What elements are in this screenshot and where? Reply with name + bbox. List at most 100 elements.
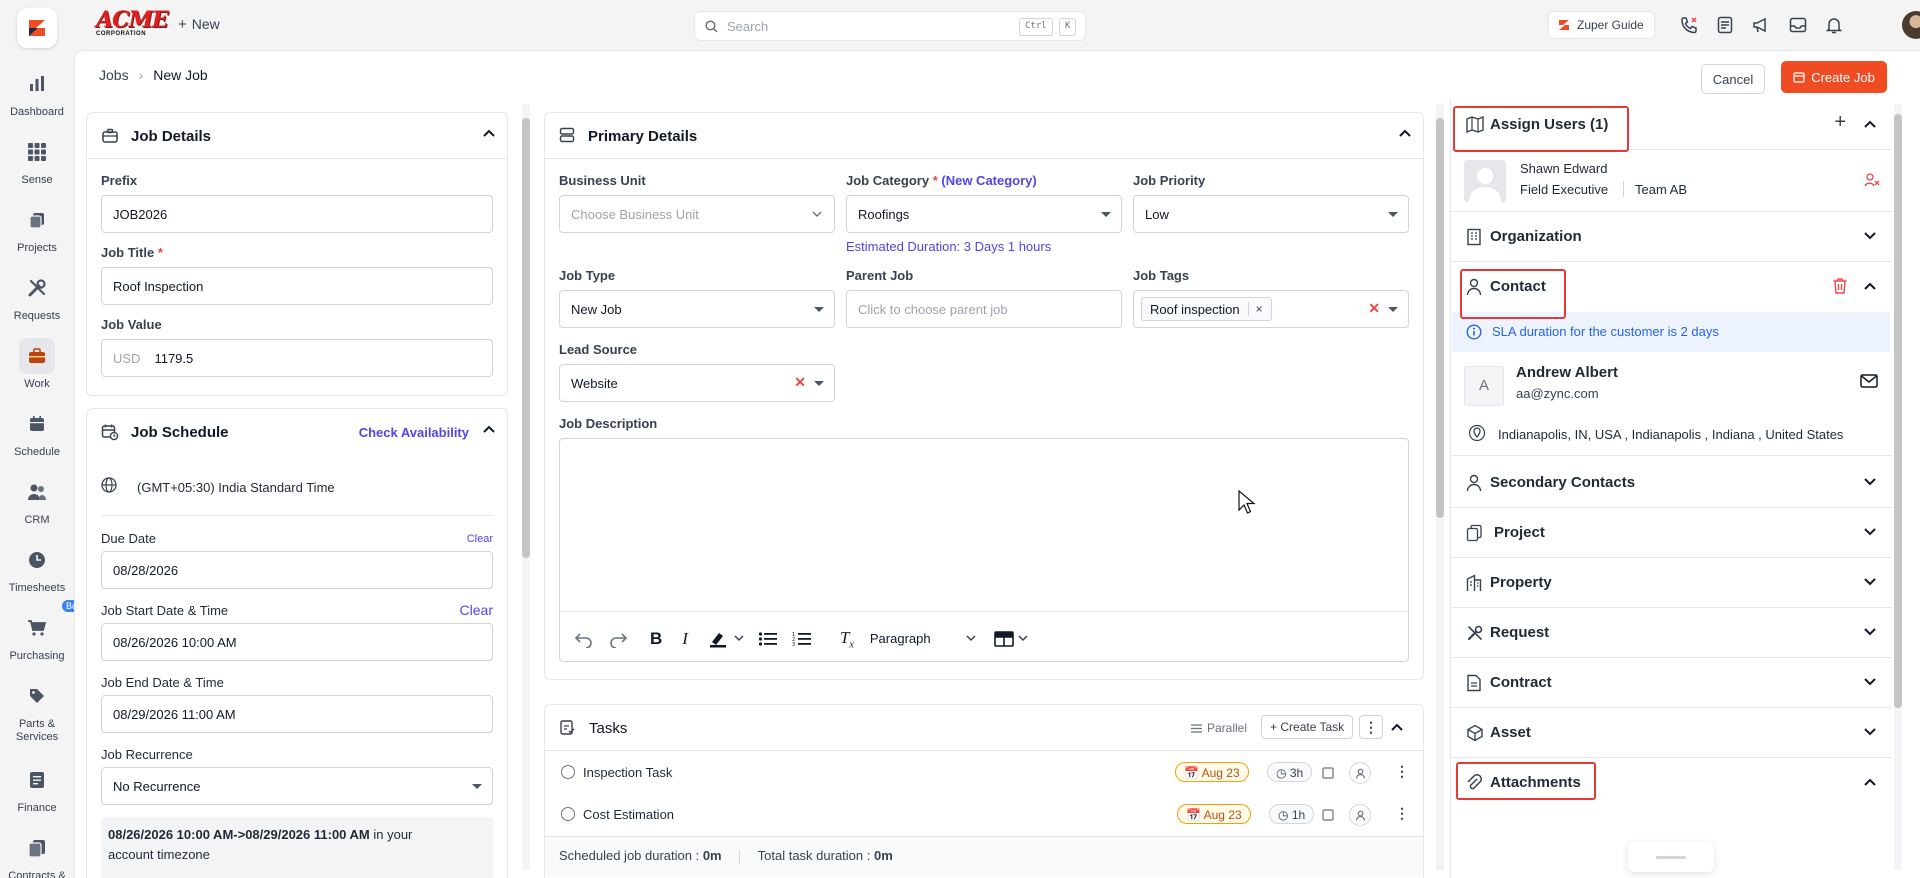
request-section[interactable]: Request <box>1450 608 1892 658</box>
due-date-clear[interactable]: Clear <box>467 533 493 545</box>
chevron-down-icon[interactable] <box>1864 678 1876 686</box>
sidebar-item-purchasing[interactable]: Beta Purchasing <box>0 600 89 663</box>
chevron-down-icon[interactable] <box>1018 635 1028 643</box>
secondary-contacts-section[interactable]: Secondary Contacts <box>1450 458 1892 508</box>
new-button[interactable]: + New <box>178 16 220 33</box>
contact-name[interactable]: Andrew Albert <box>1516 364 1618 381</box>
end-date-input[interactable]: 08/29/2026 11:00 AM <box>101 695 493 733</box>
sidebar-item-finance[interactable]: Finance <box>0 762 74 815</box>
add-user-icon[interactable]: + <box>1834 111 1846 134</box>
tag-remove-icon[interactable]: × <box>1247 302 1263 316</box>
middle-scrollbar-thumb[interactable] <box>1436 118 1444 518</box>
breadcrumb-jobs[interactable]: Jobs <box>99 67 129 83</box>
sidebar-item-sense[interactable]: Sense <box>0 134 74 187</box>
job-value-input[interactable]: USD 1179.5 <box>101 339 493 377</box>
tasks-more-icon[interactable]: ⋮ <box>1359 715 1383 739</box>
job-description-editor[interactable]: B I 123 Tx Paragraph <box>559 438 1409 662</box>
highlight-icon[interactable] <box>708 630 730 648</box>
property-section[interactable]: Property <box>1450 558 1892 608</box>
chevron-up-icon[interactable] <box>1864 120 1876 128</box>
lead-source-select[interactable]: Website ✕ <box>559 364 835 402</box>
trash-icon[interactable] <box>1832 277 1848 295</box>
task-row[interactable]: Inspection Task 📅 Aug 23 ◷ 3h ⋮ <box>545 752 1423 794</box>
create-task-button[interactable]: + Create Task <box>1261 715 1354 739</box>
job-type-select[interactable]: New Job <box>559 290 835 328</box>
chevron-down-icon[interactable] <box>734 635 744 643</box>
job-tags-input[interactable]: Roof inspection × ✕ <box>1133 290 1409 328</box>
task-assign-user-icon[interactable] <box>1349 762 1371 784</box>
sidebar-item-requests[interactable]: Requests <box>0 270 74 323</box>
job-schedule-header[interactable]: Job Schedule Check Availability <box>87 409 507 455</box>
chevron-down-icon[interactable] <box>1864 728 1876 736</box>
chevron-up-icon[interactable] <box>1391 723 1403 731</box>
chevron-up-icon[interactable] <box>1864 282 1876 290</box>
chevron-down-icon[interactable] <box>1864 578 1876 586</box>
clear-lead-source-icon[interactable]: ✕ <box>794 374 806 391</box>
sidebar-item-timesheets[interactable]: Timesheets <box>0 542 74 595</box>
left-scrollbar-thumb[interactable] <box>522 118 530 558</box>
bell-icon[interactable] <box>1823 14 1845 36</box>
job-details-header[interactable]: Job Details <box>87 113 507 159</box>
sidebar-item-parts-services[interactable]: Parts & Services <box>0 678 74 744</box>
clear-tags-icon[interactable]: ✕ <box>1368 300 1380 317</box>
chevron-down-icon[interactable] <box>1864 528 1876 536</box>
recurrence-select[interactable]: No Recurrence <box>101 767 493 805</box>
chevron-down-icon[interactable] <box>1864 628 1876 636</box>
create-job-button[interactable]: Create Job <box>1781 61 1887 93</box>
tasks-header[interactable]: Tasks Parallel + Create Task ⋮ <box>545 705 1423 751</box>
primary-details-header[interactable]: Primary Details <box>545 113 1423 159</box>
parallel-toggle[interactable]: Parallel <box>1191 721 1247 735</box>
middle-scrollbar[interactable] <box>1436 104 1444 870</box>
right-scrollbar-thumb[interactable] <box>1894 114 1902 708</box>
search-input[interactable]: Search Ctrl K <box>694 11 1086 41</box>
sidebar-item-work[interactable]: Work <box>0 338 74 391</box>
parent-job-input[interactable]: Click to choose parent job <box>846 290 1122 328</box>
phone-icon[interactable] <box>1678 14 1700 36</box>
timezone-text[interactable]: (GMT+05:30) India Standard Time <box>137 480 335 495</box>
new-category-link[interactable]: (New Category) <box>941 173 1036 188</box>
start-date-input[interactable]: 08/26/2026 10:00 AM <box>101 623 493 661</box>
check-availability-link[interactable]: Check Availability <box>359 425 469 440</box>
bold-icon[interactable]: B <box>650 629 662 649</box>
acme-logo[interactable]: ACME CORPORATION <box>96 9 169 38</box>
organization-section[interactable]: Organization <box>1450 212 1892 262</box>
task-row[interactable]: Cost Estimation 📅 Aug 23 ◷ 1h ⋮ <box>545 794 1423 836</box>
mail-icon[interactable] <box>1860 374 1878 388</box>
megaphone-icon[interactable] <box>1750 14 1772 36</box>
due-date-input[interactable]: 08/28/2026 <box>101 551 493 589</box>
zuper-guide-button[interactable]: Zuper Guide <box>1548 11 1655 39</box>
zuper-logo[interactable] <box>17 8 57 48</box>
job-title-input[interactable]: Roof Inspection <box>101 267 493 305</box>
chevron-down-icon[interactable] <box>1864 478 1876 486</box>
task-assign-user-icon[interactable] <box>1349 804 1371 826</box>
italic-icon[interactable]: I <box>682 629 688 649</box>
task-checkbox[interactable] <box>561 765 575 779</box>
sidebar-item-schedule[interactable]: Schedule <box>0 406 74 459</box>
inbox-icon[interactable] <box>1787 14 1809 36</box>
task-more-icon[interactable]: ⋮ <box>1395 805 1409 822</box>
task-more-icon[interactable]: ⋮ <box>1395 763 1409 780</box>
start-date-clear[interactable]: Clear <box>460 602 493 618</box>
chevron-down-icon[interactable] <box>1864 232 1876 240</box>
cancel-button[interactable]: Cancel <box>1701 64 1765 94</box>
table-icon[interactable] <box>994 631 1014 647</box>
chevron-up-icon[interactable] <box>1864 778 1876 786</box>
task-book-icon[interactable] <box>1317 762 1339 784</box>
chevron-up-icon[interactable] <box>1399 129 1411 137</box>
chevron-up-icon[interactable] <box>483 129 495 137</box>
right-scrollbar[interactable] <box>1894 104 1902 870</box>
contract-section[interactable]: Contract <box>1450 658 1892 708</box>
chevron-up-icon[interactable] <box>483 425 495 433</box>
job-priority-select[interactable]: Low <box>1133 195 1409 233</box>
job-category-select[interactable]: Roofings <box>846 195 1122 233</box>
sidebar-item-crm[interactable]: CRM <box>0 474 74 527</box>
project-section[interactable]: Project <box>1450 508 1892 558</box>
undo-icon[interactable] <box>574 630 594 648</box>
task-checkbox[interactable] <box>561 807 575 821</box>
numbered-list-icon[interactable]: 123 <box>792 631 812 647</box>
sidebar-item-projects[interactable]: Projects <box>0 202 74 255</box>
prefix-input[interactable]: JOB2026 <box>101 195 493 233</box>
clear-format-icon[interactable]: Tx <box>840 628 854 650</box>
paragraph-select[interactable]: Paragraph <box>862 627 982 651</box>
bullet-list-icon[interactable] <box>758 631 778 647</box>
